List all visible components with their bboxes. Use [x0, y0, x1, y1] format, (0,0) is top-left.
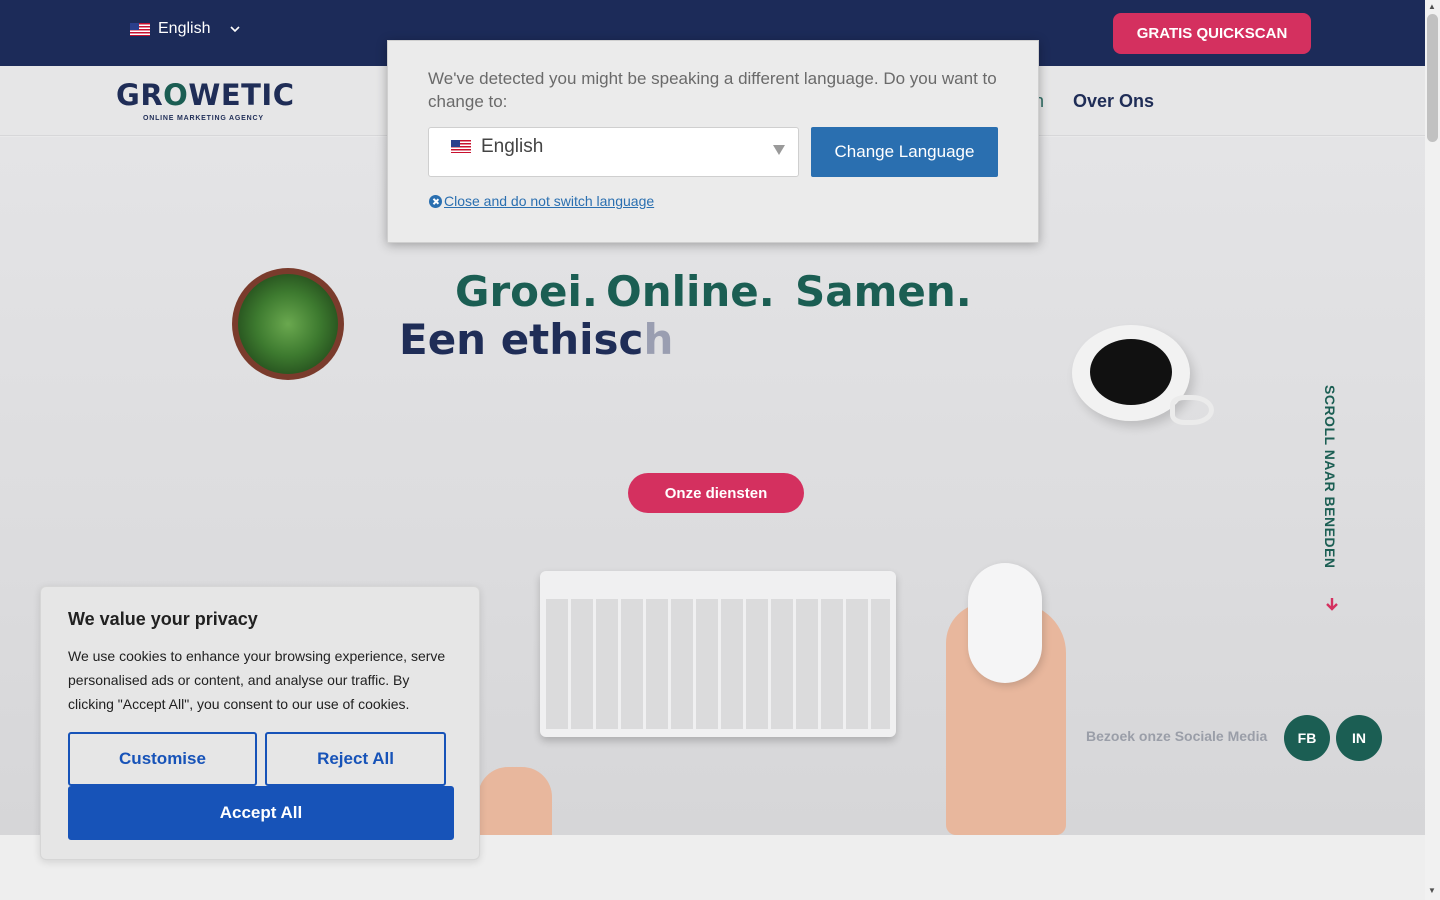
- hero-word-samen: Samen.: [795, 267, 972, 316]
- logo[interactable]: GROWETIC ONLINE MARKETING AGENCY: [116, 78, 296, 128]
- logo-tagline: ONLINE MARKETING AGENCY: [143, 115, 264, 122]
- caret-down-icon: [773, 145, 785, 155]
- hero-typed-fading: h: [643, 315, 674, 364]
- arrow-down-icon[interactable]: [1325, 597, 1339, 611]
- linkedin-button[interactable]: IN: [1336, 715, 1382, 761]
- mouse-image: [968, 563, 1042, 683]
- hero-word-online: Online.: [606, 267, 775, 316]
- cookie-text: We use cookies to enhance your browsing …: [68, 648, 446, 712]
- chevron-down-icon: [230, 26, 241, 33]
- language-switcher-label: English: [158, 20, 211, 37]
- close-language-modal-link[interactable]: Close and do not switch language: [429, 193, 654, 209]
- hand-image-left: [478, 767, 552, 835]
- scroll-down-arrow-icon[interactable]: ▼: [1428, 886, 1436, 895]
- cup-handle: [1170, 395, 1214, 425]
- scrollbar-thumb[interactable]: [1427, 14, 1438, 142]
- cookie-consent-banner: We value your privacy We use cookies to …: [40, 586, 480, 860]
- language-select[interactable]: English: [428, 127, 799, 177]
- close-circle-icon: [429, 194, 442, 208]
- social-media-label: Bezoek onze Sociale Media: [1086, 728, 1268, 744]
- hero-typed-line: Een ethisch: [399, 315, 673, 364]
- us-flag-icon: [451, 140, 471, 153]
- accept-all-button[interactable]: Accept All: [68, 786, 454, 840]
- change-language-button[interactable]: Change Language: [811, 127, 998, 177]
- language-select-value: English: [481, 136, 544, 157]
- scroll-down-label[interactable]: SCROLL NAAR BENEDEN: [1322, 385, 1338, 568]
- hero-word-groei: Groei.: [455, 267, 598, 316]
- close-link-label: Close and do not switch language: [444, 193, 655, 209]
- keyboard-image: [540, 571, 896, 737]
- facebook-button[interactable]: FB: [1284, 715, 1330, 761]
- onze-diensten-button[interactable]: Onze diensten: [628, 473, 804, 513]
- nav-item-over-ons[interactable]: Over Ons: [1073, 91, 1154, 112]
- plant-image: [232, 268, 344, 380]
- customise-button[interactable]: Customise: [68, 732, 257, 786]
- quickscan-button[interactable]: GRATIS QUICKSCAN: [1113, 13, 1311, 54]
- cookie-title: We value your privacy: [68, 609, 258, 629]
- logo-wordmark: GROWETIC: [116, 78, 295, 112]
- scroll-up-arrow-icon[interactable]: ▲: [1428, 2, 1436, 11]
- reject-all-button[interactable]: Reject All: [265, 732, 446, 786]
- language-switcher[interactable]: English: [130, 20, 241, 38]
- language-modal-message: We've detected you might be speaking a d…: [428, 69, 997, 111]
- hero-typed-text: Een ethisc: [399, 315, 644, 364]
- language-detection-modal: We've detected you might be speaking a d…: [387, 40, 1039, 243]
- us-flag-icon: [130, 22, 150, 36]
- page-scrollbar[interactable]: ▲ ▼: [1425, 0, 1440, 900]
